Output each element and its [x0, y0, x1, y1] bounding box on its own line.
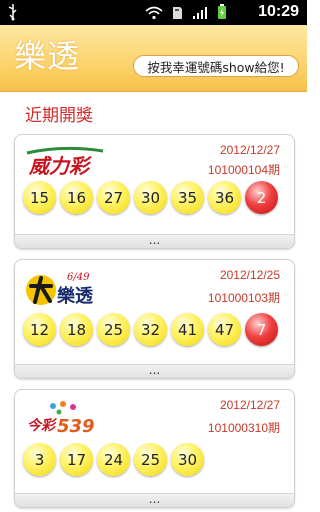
section-title: 近期開獎	[25, 106, 93, 126]
number-balls: 3 17 24 25 30	[23, 443, 204, 476]
number-ball: 47	[208, 313, 241, 346]
number-balls: 12 18 25 32 41 47 7	[23, 313, 278, 346]
logo-tag: 6/49	[67, 272, 90, 283]
draw-date: 2012/12/25	[219, 268, 280, 282]
lotto649-logo: 6/49 樂透	[23, 268, 109, 312]
number-ball: 25	[97, 313, 130, 346]
app-header: 樂透 按我幸運號碼show給您!	[0, 25, 307, 92]
number-balls: 15 16 27 30 35 36 2	[23, 181, 278, 214]
more-button[interactable]: ...	[15, 493, 294, 507]
draw-date: 2012/12/27	[219, 143, 280, 157]
svg-text:威力彩: 威力彩	[28, 154, 93, 178]
number-ball: 15	[23, 181, 56, 214]
usb-icon	[7, 3, 19, 25]
svg-text:今彩: 今彩	[27, 417, 58, 434]
draw-card-lotto[interactable]: 6/49 樂透 2012/12/25 101000103期 12 18 25 3…	[14, 259, 295, 379]
special-number-ball: 7	[245, 313, 278, 346]
draw-card-539[interactable]: 今彩 539 2012/12/27 101000310期 3 17 24 25 …	[14, 389, 295, 508]
more-button[interactable]: ...	[15, 364, 294, 378]
draw-period: 101000103期	[207, 291, 280, 305]
app-title: 樂透	[14, 37, 81, 75]
special-number-ball: 2	[245, 181, 278, 214]
draw-card-powerball[interactable]: 威力彩 2012/12/27 101000104期 15 16 27 30 35…	[14, 134, 295, 249]
number-ball: 30	[171, 443, 204, 476]
wifi-icon	[145, 5, 163, 24]
number-ball: 17	[60, 443, 93, 476]
draw-date: 2012/12/27	[219, 398, 280, 412]
sd-card-icon	[172, 5, 183, 24]
signal-icon	[192, 5, 208, 24]
svg-text:539: 539	[57, 416, 95, 437]
number-ball: 3	[23, 443, 56, 476]
draw-period: 101000310期	[207, 421, 280, 435]
lucky-number-button[interactable]: 按我幸運號碼show給您!	[133, 55, 299, 77]
number-ball: 41	[171, 313, 204, 346]
svg-text:樂透: 樂透	[57, 285, 94, 307]
number-ball: 30	[134, 181, 167, 214]
number-ball: 35	[171, 181, 204, 214]
number-ball: 16	[60, 181, 93, 214]
status-bar: 10:29	[0, 0, 307, 25]
number-ball: 36	[208, 181, 241, 214]
clock: 10:29	[258, 3, 299, 20]
number-ball: 32	[134, 313, 167, 346]
battery-icon	[217, 4, 227, 24]
number-ball: 18	[60, 313, 93, 346]
number-ball: 24	[97, 443, 130, 476]
more-button[interactable]: ...	[15, 234, 294, 248]
number-ball: 12	[23, 313, 56, 346]
number-ball: 27	[97, 181, 130, 214]
draw-period: 101000104期	[207, 163, 280, 177]
daily539-logo: 今彩 539	[23, 398, 103, 442]
number-ball: 25	[134, 443, 167, 476]
powerball-logo: 威力彩	[23, 145, 109, 183]
